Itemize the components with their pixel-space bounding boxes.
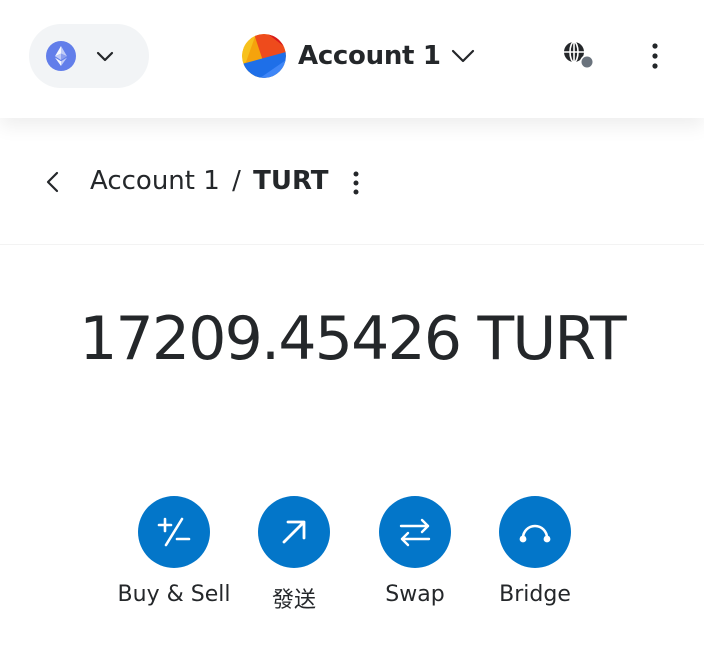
account-avatar xyxy=(242,34,286,78)
account-name: Account 1 xyxy=(298,41,441,71)
breadcrumb: Account 1 / TURT xyxy=(90,166,329,196)
buy-sell-circle xyxy=(138,496,210,568)
bridge-button[interactable]: Bridge xyxy=(470,496,600,607)
buy-sell-button[interactable]: Buy & Sell xyxy=(109,496,239,607)
token-actions: Buy & Sell 發送 Swap Bridge xyxy=(0,496,704,626)
bridge-label: Bridge xyxy=(499,582,571,607)
breadcrumb-separator: / xyxy=(232,166,241,196)
connected-site-status[interactable] xyxy=(558,38,598,74)
network-picker[interactable] xyxy=(29,24,149,88)
buy-sell-label: Buy & Sell xyxy=(117,582,231,607)
account-options-menu-button[interactable] xyxy=(640,38,670,74)
globe-connection-icon xyxy=(564,41,594,69)
kebab-menu-icon xyxy=(353,171,359,195)
send-label: 發送 xyxy=(271,588,316,613)
bridge-circle xyxy=(499,496,571,568)
back-button[interactable] xyxy=(38,168,68,196)
send-circle xyxy=(258,496,330,568)
token-options-menu-button[interactable] xyxy=(342,168,370,198)
swap-label: Swap xyxy=(385,582,445,607)
swap-circle xyxy=(379,496,451,568)
arrow-up-right-icon xyxy=(282,520,306,544)
kebab-menu-icon xyxy=(652,43,658,69)
token-balance: 17209.45426 TURT xyxy=(79,304,626,374)
breadcrumb-account: Account 1 xyxy=(90,166,220,196)
wallet-app: Account 1 Account 1 / TURT 17209.45426 T… xyxy=(0,0,704,646)
breadcrumb-token: TURT xyxy=(253,166,329,196)
swap-button[interactable]: Swap xyxy=(350,496,480,607)
ethereum-icon xyxy=(46,41,76,71)
chevron-down-icon xyxy=(96,51,114,62)
bridge-icon xyxy=(519,524,551,543)
plus-minus-icon xyxy=(157,517,191,547)
app-header: Account 1 xyxy=(0,0,704,118)
token-page-header: Account 1 / TURT xyxy=(0,118,704,245)
swap-arrows-icon xyxy=(399,518,431,547)
chevron-down-icon xyxy=(451,49,474,63)
chevron-left-icon xyxy=(46,171,59,193)
send-button[interactable]: 發送 xyxy=(229,496,359,614)
account-picker[interactable]: Account 1 xyxy=(242,32,475,80)
